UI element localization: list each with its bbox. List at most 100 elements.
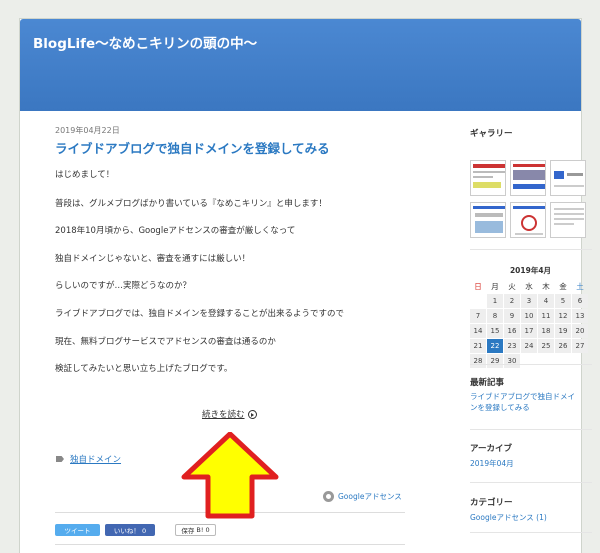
calendar-day	[572, 354, 588, 368]
gallery-heading: ギャラリー	[470, 129, 513, 139]
calendar-day[interactable]: 12	[555, 309, 571, 323]
post-article: 2019年04月22日 ライブドアブログで独自ドメインを登録してみる はじめまし…	[55, 125, 405, 545]
tag-link[interactable]: 独自ドメイン	[56, 453, 121, 465]
calendar-day[interactable]: 1	[487, 294, 503, 308]
calendar-day[interactable]: 2	[504, 294, 520, 308]
calendar: 2019年4月 日月火水木金土 1 2 3 4 5 6 7 8 9 10 11 12 13 14 15 16 17…	[470, 265, 591, 368]
thumbnail-image	[473, 206, 505, 233]
calendar-day[interactable]: 7	[470, 309, 486, 323]
recent-post-link[interactable]: ライブドアブログで独自ドメインを登録してみる	[470, 391, 580, 413]
divider	[470, 249, 592, 250]
blog-header: BlogLife〜なめこキリンの頭の中〜	[20, 19, 581, 111]
calendar-day[interactable]: 6	[572, 294, 588, 308]
category-sidebar-link[interactable]: Googleアドセンス (1)	[470, 512, 547, 523]
blog-frame: BlogLife〜なめこキリンの頭の中〜 2019年04月22日 ライブドアブロ…	[19, 18, 592, 553]
gallery-thumbnail[interactable]	[510, 160, 546, 196]
calendar-day[interactable]: 8	[487, 309, 503, 323]
calendar-day[interactable]: 23	[504, 339, 520, 353]
calendar-title: 2019年4月	[509, 266, 552, 275]
post-paragraph: らしいのですが…実際どうなのか？	[55, 281, 192, 291]
calendar-day[interactable]: 5	[555, 294, 571, 308]
gallery-title: ギャラリー	[470, 127, 513, 139]
archive-link[interactable]: 2019年04月	[470, 458, 514, 469]
calendar-day[interactable]: 4	[538, 294, 554, 308]
category-label: Googleアドセンス	[338, 492, 402, 501]
calendar-day[interactable]: 11	[538, 309, 554, 323]
post-title[interactable]: ライブドアブログで独自ドメインを登録してみる	[55, 138, 405, 157]
categories: カテゴリー Googleアドセンス (1)	[470, 496, 547, 523]
gallery-thumbnail[interactable]	[550, 202, 586, 238]
calendar-day[interactable]: 14	[470, 324, 486, 338]
read-more-link[interactable]: 続きを読む	[202, 408, 257, 420]
calendar-day[interactable]: 15	[487, 324, 503, 338]
tweet-label: ツイート	[64, 527, 91, 535]
category-link[interactable]: Googleアドセンス	[323, 491, 402, 502]
read-more-label: 続きを読む	[202, 410, 245, 420]
calendar-day[interactable]: 27	[572, 339, 588, 353]
calendar-grid: 日月火水木金土 1 2 3 4 5 6 7 8 9 10 11 12 13 14 15 16 17 18 19 20 21…	[470, 281, 591, 368]
calendar-day[interactable]: 30	[504, 354, 520, 368]
calendar-day[interactable]: 25	[538, 339, 554, 353]
post-paragraph: 独自ドメインじゃないと、審査を通すには厳しい！	[55, 254, 251, 264]
calendar-day[interactable]: 18	[538, 324, 554, 338]
calendar-day	[521, 354, 537, 368]
calendar-weekday: 月	[491, 282, 499, 291]
like-label: いいね！ 0	[113, 527, 147, 535]
calendar-weekday: 木	[542, 282, 550, 291]
calendar-day[interactable]: 19	[555, 324, 571, 338]
calendar-day[interactable]: 26	[555, 339, 571, 353]
post-paragraph: はじめまして！	[55, 170, 115, 180]
divider	[470, 532, 592, 533]
calendar-weekday: 日	[474, 282, 482, 291]
gallery-thumbnail[interactable]	[470, 202, 506, 238]
calendar-day[interactable]: 9	[504, 309, 520, 323]
divider	[470, 482, 592, 483]
thumbnail-image	[513, 206, 545, 235]
post-date: 2019年04月22日	[55, 126, 120, 135]
calendar-weekday: 火	[508, 282, 516, 291]
calendar-day[interactable]: 24	[521, 339, 537, 353]
post-paragraph: ライブドアブログでは、独自ドメインを登録することが出来るようですので	[55, 309, 345, 319]
thumbnail-image	[554, 208, 584, 225]
post-paragraph: 普段は、グルメブログばかり書いている『なめこキリン』と申します！	[55, 199, 327, 209]
thumbnail-image	[513, 164, 545, 189]
tweet-button[interactable]: ツイート	[55, 524, 100, 536]
recent-posts: 最新記事 ライブドアブログで独自ドメインを登録してみる	[470, 376, 580, 413]
tag-label: 独自ドメイン	[70, 455, 122, 465]
calendar-day[interactable]: 29	[487, 354, 503, 368]
gallery	[470, 160, 588, 240]
post-paragraph: 2018年10月頃から、Googleアドセンスの審査が厳しくなって	[55, 226, 296, 236]
arrow-circle-icon	[247, 409, 257, 419]
folder-icon	[323, 491, 334, 502]
calendar-day[interactable]: 22	[487, 339, 503, 353]
hatena-label: 保存	[181, 527, 195, 535]
calendar-day	[538, 354, 554, 368]
thumbnail-image	[473, 164, 505, 188]
archive-heading: アーカイブ	[470, 444, 512, 454]
hatena-count: B! 0	[196, 526, 210, 534]
gallery-thumbnail[interactable]	[550, 160, 586, 196]
tag-icon	[56, 456, 64, 462]
calendar-day[interactable]: 28	[470, 354, 486, 368]
archive: アーカイブ 2019年04月	[470, 442, 514, 469]
recent-heading: 最新記事	[470, 378, 505, 388]
blog-title[interactable]: BlogLife〜なめこキリンの頭の中〜	[33, 32, 257, 52]
calendar-day[interactable]: 16	[504, 324, 520, 338]
calendar-day[interactable]: 17	[521, 324, 537, 338]
calendar-day[interactable]: 21	[470, 339, 486, 353]
calendar-day	[470, 294, 486, 308]
calendar-day[interactable]: 20	[572, 324, 588, 338]
gallery-thumbnail[interactable]	[470, 160, 506, 196]
calendar-day[interactable]: 3	[521, 294, 537, 308]
calendar-weekday: 金	[559, 282, 567, 291]
thumbnail-image	[554, 171, 584, 187]
category-heading: カテゴリー	[470, 498, 513, 508]
like-button[interactable]: いいね！ 0	[105, 524, 155, 536]
divider	[470, 364, 592, 365]
post-paragraph: 検証してみたいと思い立ち上げたブログです。	[55, 364, 233, 374]
hatena-bookmark-button[interactable]: 保存 B! 0	[175, 524, 216, 536]
calendar-day[interactable]: 13	[572, 309, 588, 323]
gallery-thumbnail[interactable]	[510, 202, 546, 238]
calendar-day[interactable]: 10	[521, 309, 537, 323]
post-paragraph: 現在、無料ブログサービスでアドセンスの審査は通るのか	[55, 337, 276, 347]
